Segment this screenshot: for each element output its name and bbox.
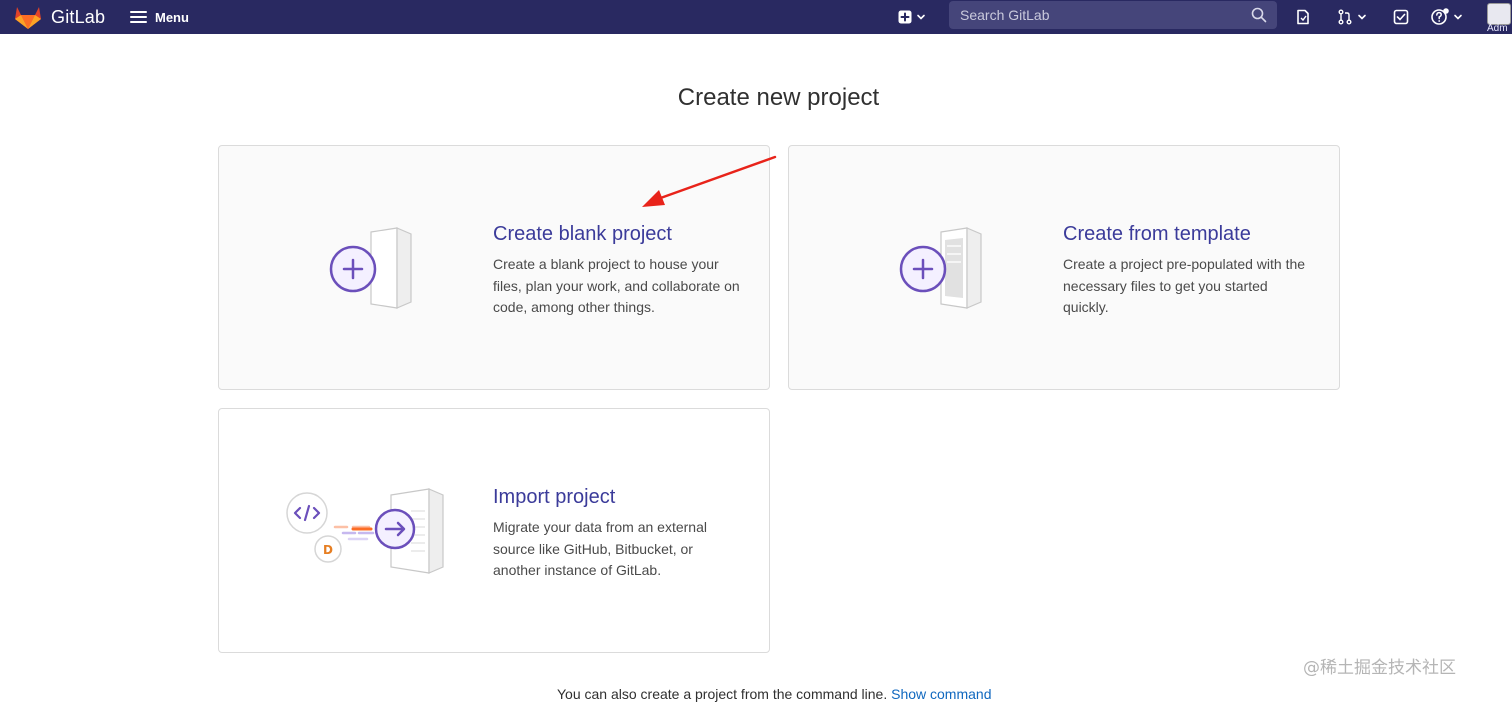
gitlab-logo-icon [15, 7, 41, 29]
menu-button[interactable]: Menu [130, 0, 189, 34]
footer-text: You can also create a project from the c… [557, 686, 888, 702]
card-title[interactable]: Import project [493, 485, 743, 509]
footer-command-line-hint: You can also create a project from the c… [557, 686, 992, 702]
merge-request-icon [1338, 9, 1352, 25]
hamburger-icon [130, 11, 147, 23]
create-from-template-card[interactable]: Create from template Create a project pr… [788, 145, 1340, 390]
todos-button[interactable] [1390, 0, 1412, 34]
search-box [949, 1, 1277, 29]
help-icon [1431, 8, 1449, 25]
gitlab-home-link[interactable]: GitLab [14, 0, 105, 34]
todo-check-icon [1393, 9, 1409, 25]
brand-name: GitLab [51, 6, 106, 27]
chevron-down-icon [1358, 14, 1366, 20]
show-command-link[interactable]: Show command [891, 686, 991, 702]
issues-icon [1297, 9, 1309, 25]
blank-project-illustration-icon [329, 227, 412, 309]
avatar-label: Adm [1487, 23, 1508, 34]
avatar-image [1487, 3, 1511, 25]
template-project-illustration-icon [899, 227, 982, 309]
new-item-dropdown[interactable] [894, 0, 930, 34]
card-text: Create from template Create a project pr… [1063, 222, 1313, 319]
card-text: Import project Migrate your data from an… [493, 485, 743, 582]
search-input[interactable] [958, 6, 1242, 24]
page-title: Create new project [677, 84, 880, 111]
user-avatar[interactable]: Adm [1487, 3, 1512, 34]
card-title[interactable]: Create blank project [493, 222, 743, 246]
issues-button[interactable] [1292, 0, 1314, 34]
svg-text:D: D [323, 543, 333, 557]
card-title[interactable]: Create from template [1063, 222, 1313, 246]
import-project-illustration-icon: D [286, 488, 444, 574]
watermark: @稀土掘金技术社区 [1303, 658, 1456, 678]
top-navbar: GitLab Menu Search GitLab Adm [0, 0, 1512, 34]
plus-square-icon [898, 10, 912, 24]
help-dropdown[interactable] [1428, 0, 1466, 34]
annotation-arrow-icon [642, 155, 777, 207]
chevron-down-icon [1454, 14, 1462, 20]
card-description: Create a blank project to house your fil… [493, 256, 740, 315]
chevron-down-icon [917, 14, 925, 20]
merge-requests-dropdown[interactable] [1333, 0, 1371, 34]
menu-label: Menu [155, 9, 189, 25]
card-description: Migrate your data from an external sourc… [493, 519, 707, 578]
search-icon[interactable] [1251, 7, 1267, 23]
card-text: Create blank project Create a blank proj… [493, 222, 743, 319]
card-description: Create a project pre-populated with the … [1063, 256, 1306, 315]
import-project-card[interactable]: D Import project Migrate your data from … [218, 408, 770, 653]
